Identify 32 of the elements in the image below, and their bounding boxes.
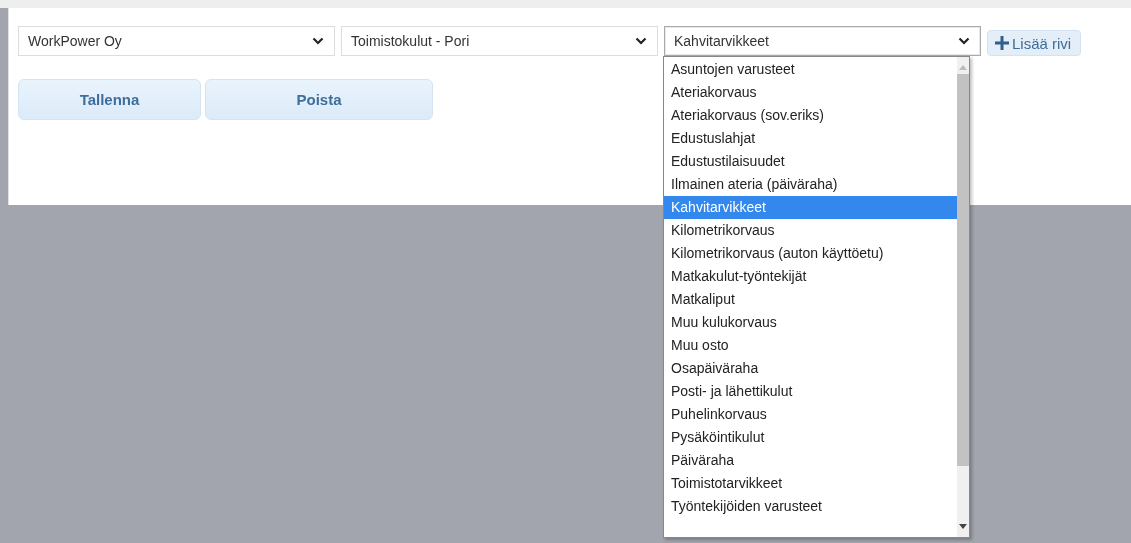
dropdown-option[interactable]: Toimistotarvikkeet <box>664 472 957 495</box>
delete-button[interactable]: Poista <box>205 79 433 120</box>
plus-icon <box>995 36 1009 50</box>
dropdown-option[interactable]: Puhelinkorvaus <box>664 403 957 426</box>
dropdown-select[interactable]: Kahvitarvikkeet <box>664 26 981 56</box>
dropdown-option[interactable]: Työntekijöiden varusteet <box>664 495 957 518</box>
dropdown-option[interactable]: Ateriakorvaus (sov.eriks) <box>664 104 957 127</box>
dropdown-option[interactable]: Kahvitarvikkeet <box>664 196 957 219</box>
chevron-down-icon <box>958 37 970 45</box>
dropdown-option[interactable]: Edustuslahjat <box>664 127 957 150</box>
dropdown-option[interactable]: Asuntojen varusteet <box>664 58 957 81</box>
dropdown-option[interactable]: Ateriakorvaus <box>664 81 957 104</box>
dropdown-option[interactable]: Edustustilaisuudet <box>664 150 957 173</box>
save-button[interactable]: Tallenna <box>18 79 201 120</box>
dropdown-option[interactable]: Posti- ja lähettikulut <box>664 380 957 403</box>
dropdown-option[interactable]: Pysäköintikulut <box>664 426 957 449</box>
scroll-down-icon[interactable] <box>959 524 967 529</box>
dropdown-option[interactable]: Matkakulut-työntekijät <box>664 265 957 288</box>
dropdown-option[interactable]: Muu osto <box>664 334 957 357</box>
dropdown-select[interactable]: Toimistokulut - Pori <box>341 26 658 56</box>
dropdown-option[interactable]: Päiväraha <box>664 449 957 472</box>
chevron-down-icon <box>635 37 647 45</box>
chevron-down-icon <box>312 37 324 45</box>
dropdown-select[interactable]: WorkPower Oy <box>18 26 335 56</box>
dropdown-option[interactable]: Matkaliput <box>664 288 957 311</box>
dropdown-option[interactable]: Osapäiväraha <box>664 357 957 380</box>
dropdown-option[interactable]: Kilometrikorvaus <box>664 219 957 242</box>
dropdown-option[interactable]: Ilmainen ateria (päiväraha) <box>664 173 957 196</box>
scroll-up-icon[interactable] <box>959 65 967 70</box>
dropdown-option[interactable]: Kilometrikorvaus (auton käyttöetu) <box>664 242 957 265</box>
add-row-button[interactable]: Lisää rivi <box>987 30 1082 56</box>
dropdown-option[interactable]: Muu kulukorvaus <box>664 311 957 334</box>
